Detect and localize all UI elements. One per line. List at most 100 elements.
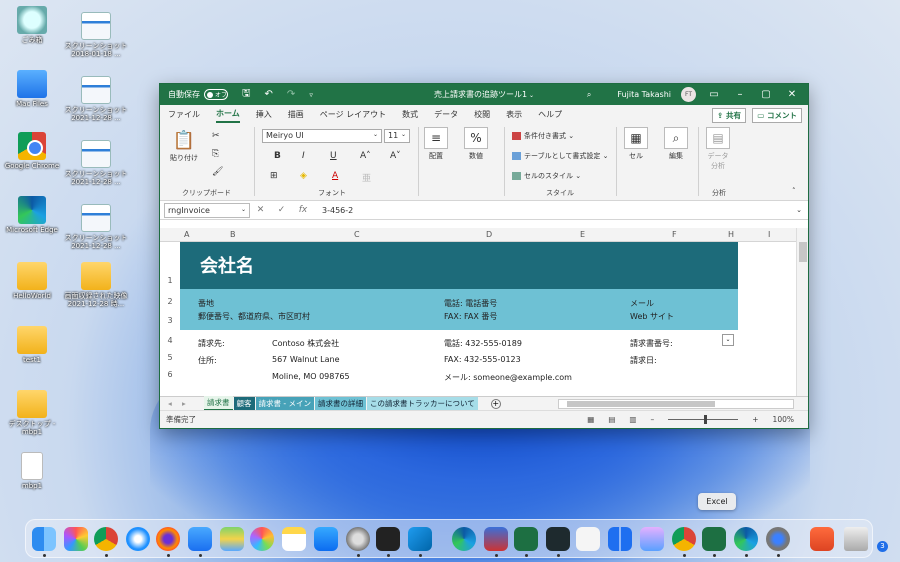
sheet-tab-about[interactable]: この請求書トラッカーについて [366,397,478,410]
finder-icon[interactable] [32,527,56,551]
increase-font-icon[interactable]: A˄ [360,151,371,161]
bill-company-cell[interactable]: Contoso 株式会社 [272,338,339,349]
cut-icon[interactable]: ✂ [212,131,220,141]
decrease-font-icon[interactable]: A˅ [390,151,401,161]
notification-badge[interactable]: 3 [877,541,888,552]
column-header[interactable]: H [728,230,734,239]
column-header[interactable]: E [580,230,585,239]
safari-icon[interactable] [126,527,150,551]
autosave-toggle[interactable]: オフ [204,89,228,100]
column-header[interactable]: D [486,230,492,239]
tab-review[interactable]: 校閲 [474,107,490,122]
tab-formulas[interactable]: 数式 [402,107,418,122]
italic-icon[interactable]: I [302,151,305,161]
font-name-select[interactable]: Meiryo UI ⌄ [262,129,382,143]
sheet-tab-invoice-details[interactable]: 請求書の詳細 [314,397,366,410]
row-header[interactable]: 1 [160,276,180,285]
column-header[interactable]: B [230,230,236,239]
underline-icon[interactable]: U [330,151,337,161]
mail-icon[interactable] [188,527,212,551]
horizontal-scrollbar[interactable] [558,399,794,409]
conditional-formatting-button[interactable]: 条件付き書式 ⌄ [512,131,574,141]
cancel-icon[interactable]: ✕ [257,205,265,215]
row-header[interactable]: 6 [160,370,180,379]
bill-fax-cell[interactable]: FAX: 432-555-0123 [444,355,521,364]
function-icon[interactable]: fx [299,205,308,215]
tab-view[interactable]: 表示 [506,107,522,122]
tab-file[interactable]: ファイル [168,107,200,122]
vertical-scrollbar[interactable] [796,228,808,396]
desktop-icon-screenshot-3[interactable]: スクリーンショット 2021-12-28 ... [64,140,128,186]
zoom-out-icon[interactable]: – [651,415,655,424]
invoice-date-label-cell[interactable]: 請求日: [630,355,657,366]
remote-desktop-icon[interactable] [484,527,508,551]
copy-icon[interactable]: ⎘ [212,149,219,159]
reminders-icon[interactable] [576,527,600,551]
phone-cell[interactable]: 電話: 電話番号 [444,298,497,309]
page-break-view-icon[interactable]: ▥ [629,415,636,424]
name-box[interactable]: rngInvoice ⌄ [164,202,250,218]
column-header[interactable]: F [672,230,677,239]
column-header[interactable]: I [768,230,770,239]
expand-formula-icon[interactable]: ⌄ [796,206,802,214]
page-layout-view-icon[interactable]: ▤ [608,415,615,424]
font-color-icon[interactable]: A [332,171,338,181]
desktop-icon-desktop-mbp1[interactable]: デスクトップ - mbp1 [0,390,64,436]
close-icon[interactable]: ✕ [784,89,800,100]
invoice-number-label-cell[interactable]: 請求書番号: [630,338,673,349]
terminal-icon[interactable] [376,527,400,551]
vscode-icon[interactable] [408,527,432,551]
normal-view-icon[interactable]: ▦ [587,415,594,424]
desktop-icon-helloworld[interactable]: HelloWorld [0,262,64,300]
avatar[interactable]: FT [681,87,696,102]
preview-icon[interactable] [640,527,664,551]
editing-button[interactable]: ⌕ 編集 [664,127,688,161]
desktop-icon-screenshot-4[interactable]: スクリーンショット 2021-12-28 ... [64,204,128,250]
app-store-icon[interactable] [314,527,338,551]
formula-input[interactable]: 3-456-2 [314,206,353,215]
chrome-dock-icon-2[interactable] [672,527,696,551]
row-header[interactable]: 2 [160,297,180,306]
add-sheet-icon[interactable]: + [490,398,501,409]
desktop-icon-mac-files[interactable]: Mac Files [0,70,64,108]
paste-button[interactable]: 📋 貼り付け [170,129,198,163]
redo-icon[interactable]: ↷ [287,89,295,100]
address-label-cell[interactable]: 番地 [198,298,214,309]
alignment-button[interactable]: ≡ 配置 [424,127,448,161]
worksheet-grid[interactable]: A B C D E F H I 1 2 3 4 5 6 会社名 番地 郵便番号、… [160,228,808,396]
desktop-icon-microsoft-edge[interactable]: Microsoft Edge [0,196,64,234]
street-cell[interactable]: 567 Walnut Lane [272,355,340,364]
edge-dock-icon[interactable] [452,527,476,551]
photos-icon[interactable] [250,527,274,551]
autosave[interactable]: 自動保存 オフ [168,89,228,100]
desktop-icon-screenshot-1[interactable]: スクリーンショット 2018-01-18 ... [64,12,128,58]
company-name-cell[interactable]: 会社名 [200,252,254,278]
row-header[interactable]: 5 [160,353,180,362]
bill-to-label-cell[interactable]: 請求先: [198,338,225,349]
desktop-icon-screenshot-2[interactable]: スクリーンショット 2021-12-28 ... [64,76,128,122]
city-cell[interactable]: Moline, MO 098765 [272,372,350,381]
address-label2-cell[interactable]: 住所: [198,355,217,366]
excel-dock-icon[interactable] [514,527,538,551]
website-cell[interactable]: Web サイト [630,311,674,322]
launchpad-icon[interactable] [64,527,88,551]
font-size-select[interactable]: 11 ⌄ [384,129,410,143]
next-sheet-icon[interactable]: ▸ [182,399,186,408]
email-cell[interactable]: メール [630,298,654,309]
ribbon-display-icon[interactable]: ▭ [706,89,722,100]
settings-dock-icon[interactable] [766,527,790,551]
windows-icon[interactable] [608,527,632,551]
column-header[interactable]: C [354,230,360,239]
phonetic-icon[interactable]: 亜 [362,171,371,184]
row-header[interactable]: 4 [160,336,180,345]
tab-help[interactable]: ヘルプ [538,107,562,122]
format-as-table-button[interactable]: テーブルとして書式設定 ⌄ [512,151,608,161]
edge-dock-icon-2[interactable] [734,527,758,551]
data-analysis-button[interactable]: ▤ データ分析 [706,127,730,171]
borders-icon[interactable]: ⊞ [270,171,278,181]
share-button[interactable]: ⇪ 共有 [712,108,746,123]
enter-icon[interactable]: ✓ [278,205,286,215]
invoice-number-dropdown[interactable]: ⌄ [722,334,734,346]
bill-phone-cell[interactable]: 電話: 432-555-0189 [444,338,522,349]
tab-draw[interactable]: 描画 [288,107,304,122]
